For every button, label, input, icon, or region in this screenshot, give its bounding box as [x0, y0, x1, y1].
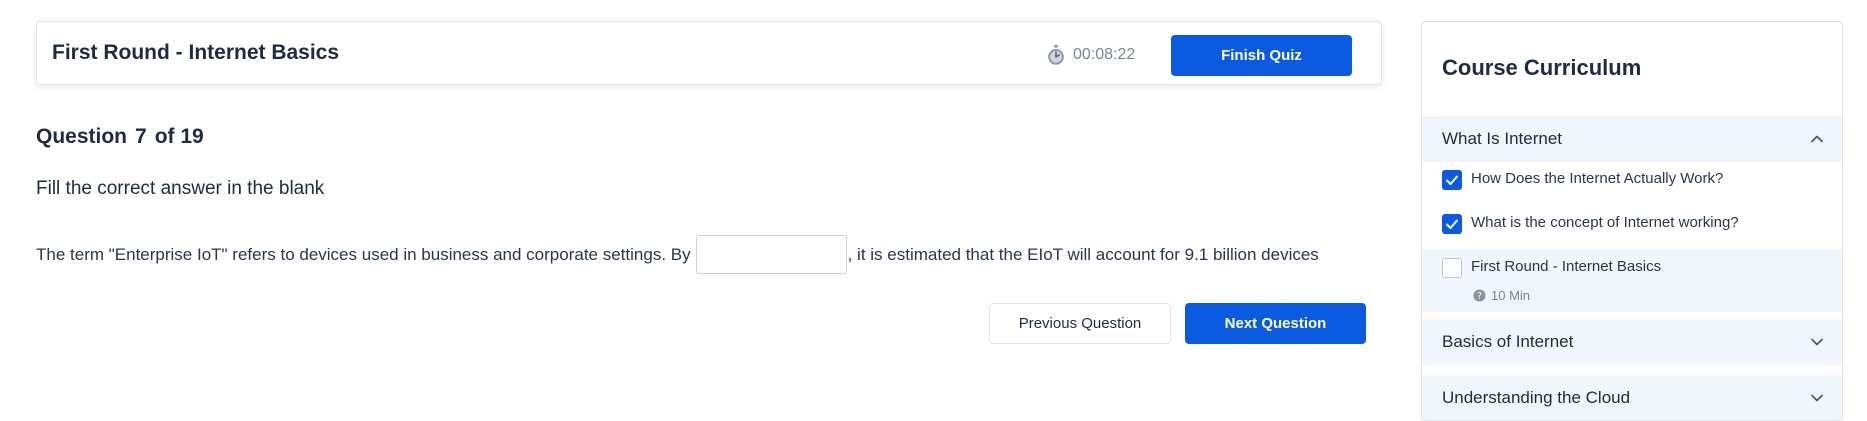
lesson-duration: 10 Min [1491, 288, 1531, 303]
lesson-label: How Does the Internet Actually Work? [1471, 170, 1724, 187]
quiz-header: First Round - Internet Basics 00:08:22 F… [36, 21, 1382, 85]
quiz-title: First Round - Internet Basics [52, 41, 340, 64]
previous-question-button[interactable]: Previous Question [989, 303, 1171, 344]
question-sentence: The term "Enterprise IoT" refers to devi… [36, 235, 1319, 274]
lesson-item[interactable]: What is the concept of Internet working? [1422, 206, 1842, 250]
lesson-checkbox-unchecked[interactable] [1442, 258, 1462, 278]
question-prefix: Question [36, 125, 128, 148]
question-instruction: Fill the correct answer in the blank [36, 178, 325, 199]
section-label: What Is Internet [1442, 129, 1562, 148]
question-heading: Question 7 of 19 [36, 125, 204, 149]
lesson-label: What is the concept of Internet working? [1471, 214, 1739, 231]
chevron-down-icon [1811, 394, 1823, 402]
lesson-checkbox-checked[interactable] [1442, 214, 1462, 234]
sidebar-title: Course Curriculum [1442, 55, 1642, 80]
section-basics-of-internet[interactable]: Basics of Internet [1422, 319, 1842, 365]
section-label: Understanding the Cloud [1442, 388, 1631, 407]
check-icon [1446, 175, 1458, 185]
timer-text: 00:08:22 [1073, 46, 1136, 63]
stopwatch-icon [1048, 44, 1064, 65]
quiz-timer: 00:08:22 [1045, 44, 1135, 66]
section-label: Basics of Internet [1442, 332, 1574, 351]
lesson-label: First Round - Internet Basics [1471, 258, 1662, 275]
blank-answer-input[interactable] [695, 235, 847, 274]
lesson-meta: ? 10 Min [1473, 288, 1530, 303]
chevron-down-icon [1811, 338, 1823, 346]
lesson-item[interactable]: How Does the Internet Actually Work? [1422, 162, 1842, 206]
sentence-before: The term "Enterprise IoT" refers to devi… [36, 244, 691, 264]
question-number: 7 [135, 125, 147, 148]
lesson-checkbox-checked[interactable] [1442, 170, 1462, 190]
help-circle-icon: ? [1473, 289, 1486, 302]
section-what-is-internet[interactable]: What Is Internet [1422, 116, 1842, 162]
finish-quiz-button[interactable]: Finish Quiz [1171, 35, 1352, 76]
section-understanding-the-cloud[interactable]: Understanding the Cloud [1422, 375, 1842, 420]
quiz-main: First Round - Internet Basics 00:08:22 F… [36, 0, 1382, 418]
lesson-item-active[interactable]: First Round - Internet Basics ? 10 Min [1422, 250, 1842, 312]
next-question-button[interactable]: Next Question [1185, 303, 1366, 344]
check-icon [1446, 219, 1458, 229]
course-curriculum-sidebar: Course Curriculum What Is Internet How D… [1421, 21, 1843, 421]
sentence-after: , it is estimated that the EIoT will acc… [847, 244, 1319, 264]
question-total: of 19 [154, 125, 204, 148]
chevron-up-icon [1811, 135, 1823, 143]
svg-text:?: ? [1477, 291, 1482, 302]
